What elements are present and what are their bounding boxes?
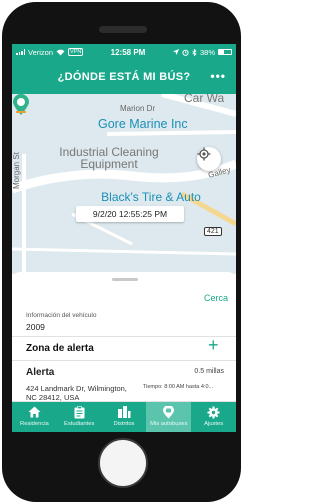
gear-icon [207,405,221,419]
status-time: 12:58 PM [110,47,146,57]
vehicle-info-label: Información del vehículo [26,312,97,319]
location-arrow-icon [172,49,179,55]
tab-label: Estudiantes [64,421,95,427]
status-bar: Verizon VPN 12:58 PM 38% [12,44,236,60]
bus-timestamp-callout: 9/2/20 12:55:25 PM [76,206,184,222]
map-view[interactable]: Car Wa Marion Dr Morgan St Galley Gore M… [12,94,236,274]
tab-estudiantes[interactable]: Estudiantes [57,402,102,432]
place-label: Industrial Cleaning Equipment [59,145,159,171]
carrier-name: Verizon [28,47,54,57]
home-icon [27,405,41,419]
street-label: Marion Dr [120,104,156,113]
alert-title: Alerta [26,367,55,378]
tab-mis-autobuses[interactable]: Mis autobuses [146,402,192,432]
alert-time: Tiempo: 8:00 AM hasta 4:0... [143,384,214,390]
wifi-icon [56,49,65,55]
bus-timestamp: 9/2/20 12:55:25 PM [92,209,168,219]
vpn-badge: VPN [68,48,84,56]
bluetooth-icon [192,48,197,56]
street-label: Morgan St [12,152,21,189]
add-alert-button[interactable]: + [208,336,219,354]
bus-icon [162,405,176,419]
earpiece [99,26,147,33]
place-label: Gore Marine Inc [98,117,188,131]
vehicle-year: 2009 [26,322,45,332]
tab-label: Ajustes [204,421,224,427]
tab-label: Residencia [20,421,49,427]
page-title: ¿DÓNDE ESTÁ MI BÚS? [57,71,191,83]
screen: Verizon VPN 12:58 PM 38% ¿DÓNDE ESTÁ MI … [12,44,236,432]
signal-icon [16,49,25,55]
tab-label: Distritos [113,421,135,427]
districts-icon [117,405,131,419]
tab-label: Mis autobuses [150,421,188,427]
route-shield: 421 [204,227,222,236]
tab-residencia[interactable]: Residencia [12,402,57,432]
home-button[interactable] [98,438,148,488]
drag-handle[interactable] [112,278,138,281]
tab-bar: Residencia Estudiantes Distritos Mis aut… [12,402,236,432]
divider [12,360,236,361]
street-label: Car Wa [184,94,225,105]
battery-icon [218,49,232,55]
phone-frame: Verizon VPN 12:58 PM 38% ¿DÓNDE ESTÁ MI … [2,2,241,502]
bus-marker-icon[interactable] [12,94,30,116]
students-icon [72,405,86,419]
close-button[interactable]: Cerca [204,293,228,303]
divider [12,336,236,337]
alert-distance: 0.5 millas [194,368,224,375]
alarm-icon [182,49,189,56]
more-dots-icon[interactable]: ••• [210,69,226,83]
tab-distritos[interactable]: Distritos [102,402,147,432]
alert-zone-heading: Zona de alerta [26,343,94,354]
alert-address: 424 Landmark Dr, Wilmington, NC 28412, U… [26,384,127,402]
app-header: ¿DÓNDE ESTÁ MI BÚS? ••• [12,60,236,94]
locate-button[interactable] [197,147,221,171]
battery-percent: 38% [199,47,215,57]
crosshair-icon [197,147,211,161]
bus-details-sheet: Cerca Información del vehículo 2009 Zona… [12,272,236,402]
tab-ajustes[interactable]: Ajustes [191,402,236,432]
